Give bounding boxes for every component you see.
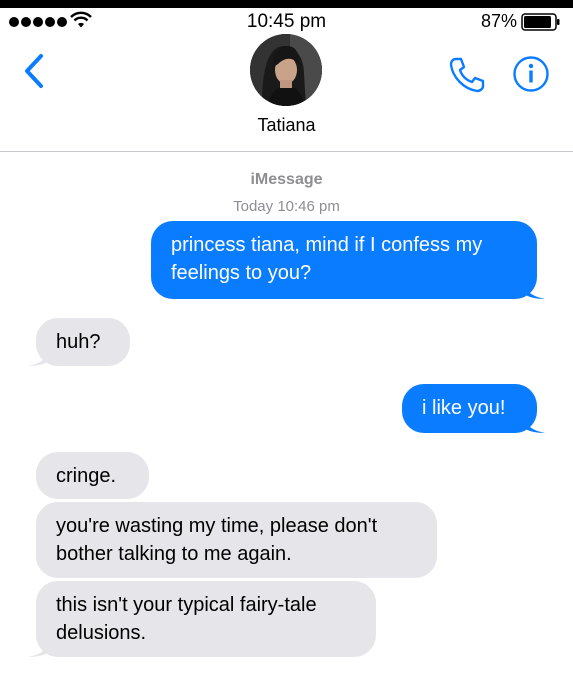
contact-avatar[interactable]: [250, 34, 322, 106]
battery-icon: [521, 13, 560, 31]
phone-icon[interactable]: [447, 56, 487, 94]
bubble-tail: [523, 415, 545, 433]
conversation-header: Tatiana: [0, 34, 573, 152]
incoming-message-bubble[interactable]: you're wasting my time, please don't bot…: [36, 502, 437, 578]
message-text: cringe.: [56, 465, 117, 487]
incoming-message-bubble[interactable]: cringe.: [36, 452, 149, 499]
bubble-tail: [523, 281, 545, 299]
bubble-tail: [28, 348, 50, 366]
message-text: i like you!: [422, 397, 506, 419]
back-chevron-icon[interactable]: [22, 53, 46, 89]
status-bar: 10:45 pm 87%: [0, 8, 573, 36]
contact-name[interactable]: Tatiana: [0, 115, 573, 136]
battery-percentage: 87%: [480, 11, 517, 31]
outgoing-message-bubble[interactable]: princess tiana, mind if I confess my fee…: [151, 221, 545, 299]
bubble-tail: [28, 639, 50, 657]
service-label: iMessage: [250, 171, 323, 188]
outgoing-message-bubble[interactable]: i like you!: [402, 384, 545, 433]
message-text: huh?: [56, 331, 101, 353]
message-text: this isn't your typical fairy-tale delus…: [56, 594, 317, 644]
message-text: princess tiana, mind if I confess my fee…: [171, 234, 483, 284]
message-text: you're wasting my time, please don't bot…: [56, 515, 378, 565]
incoming-message-bubble[interactable]: this isn't your typical fairy-tale delus…: [28, 581, 376, 657]
incoming-message-bubble[interactable]: huh?: [28, 318, 130, 366]
message-timestamp: Today 10:46 pm: [233, 198, 340, 215]
info-icon[interactable]: [512, 55, 550, 93]
top-edge: [0, 0, 573, 8]
